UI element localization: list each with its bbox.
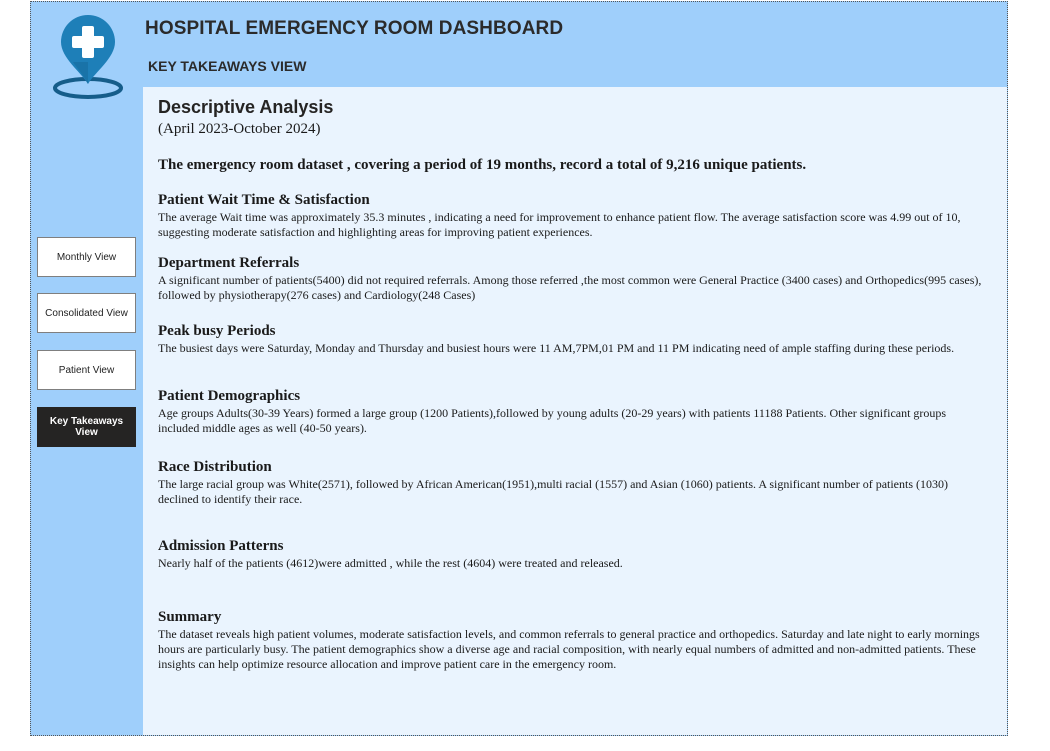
section-referrals: Department Referrals A significant numbe… xyxy=(158,255,983,303)
section-title: Admission Patterns xyxy=(158,538,284,554)
section-wait-time: Patient Wait Time & Satisfaction The ave… xyxy=(158,192,983,240)
section-demographics: Patient Demographics Age groups Adults(3… xyxy=(158,388,983,436)
section-race: Race Distribution The large racial group… xyxy=(158,459,983,507)
section-body: A significant number of patients(5400) d… xyxy=(158,273,982,302)
section-title: Peak busy Periods xyxy=(158,323,276,339)
section-peak-periods: Peak busy Periods The busiest days were … xyxy=(158,323,983,356)
consolidated-view-button[interactable]: Consolidated View xyxy=(37,293,136,333)
section-body: Age groups Adults(30-39 Years) formed a … xyxy=(158,406,947,435)
section-body: Nearly half of the patients (4612)were a… xyxy=(158,556,623,570)
section-summary: Summary The dataset reveals high patient… xyxy=(158,609,983,672)
section-body: The large racial group was White(2571), … xyxy=(158,477,949,506)
section-title: Patient Demographics xyxy=(158,388,301,404)
key-takeaways-panel: Descriptive Analysis (April 2023-October… xyxy=(143,87,1007,735)
section-body: The busiest days were Saturday, Monday a… xyxy=(158,341,955,355)
intro-statement: The emergency room dataset , covering a … xyxy=(158,157,807,173)
page-heading: Descriptive Analysis xyxy=(158,97,334,117)
section-title: Department Referrals xyxy=(158,255,300,271)
section-body: The average Wait time was approximately … xyxy=(158,210,961,239)
section-body: The dataset reveals high patient volumes… xyxy=(158,627,980,671)
section-title: Summary xyxy=(158,609,222,625)
dashboard-title: HOSPITAL EMERGENCY ROOM DASHBOARD xyxy=(145,18,564,39)
key-takeaways-view-button[interactable]: Key Takeaways View xyxy=(37,407,136,447)
view-subtitle: KEY TAKEAWAYS VIEW xyxy=(148,58,307,74)
section-admission: Admission Patterns Nearly half of the pa… xyxy=(158,538,983,571)
monthly-view-button[interactable]: Monthly View xyxy=(37,237,136,277)
section-title: Race Distribution xyxy=(158,459,272,475)
patient-view-button[interactable]: Patient View xyxy=(37,350,136,390)
section-title: Patient Wait Time & Satisfaction xyxy=(158,192,370,208)
hospital-location-pin-icon xyxy=(53,15,123,99)
dashboard-frame: HOSPITAL EMERGENCY ROOM DASHBOARD KEY TA… xyxy=(30,1,1008,736)
period-text: (April 2023-October 2024) xyxy=(158,121,321,137)
